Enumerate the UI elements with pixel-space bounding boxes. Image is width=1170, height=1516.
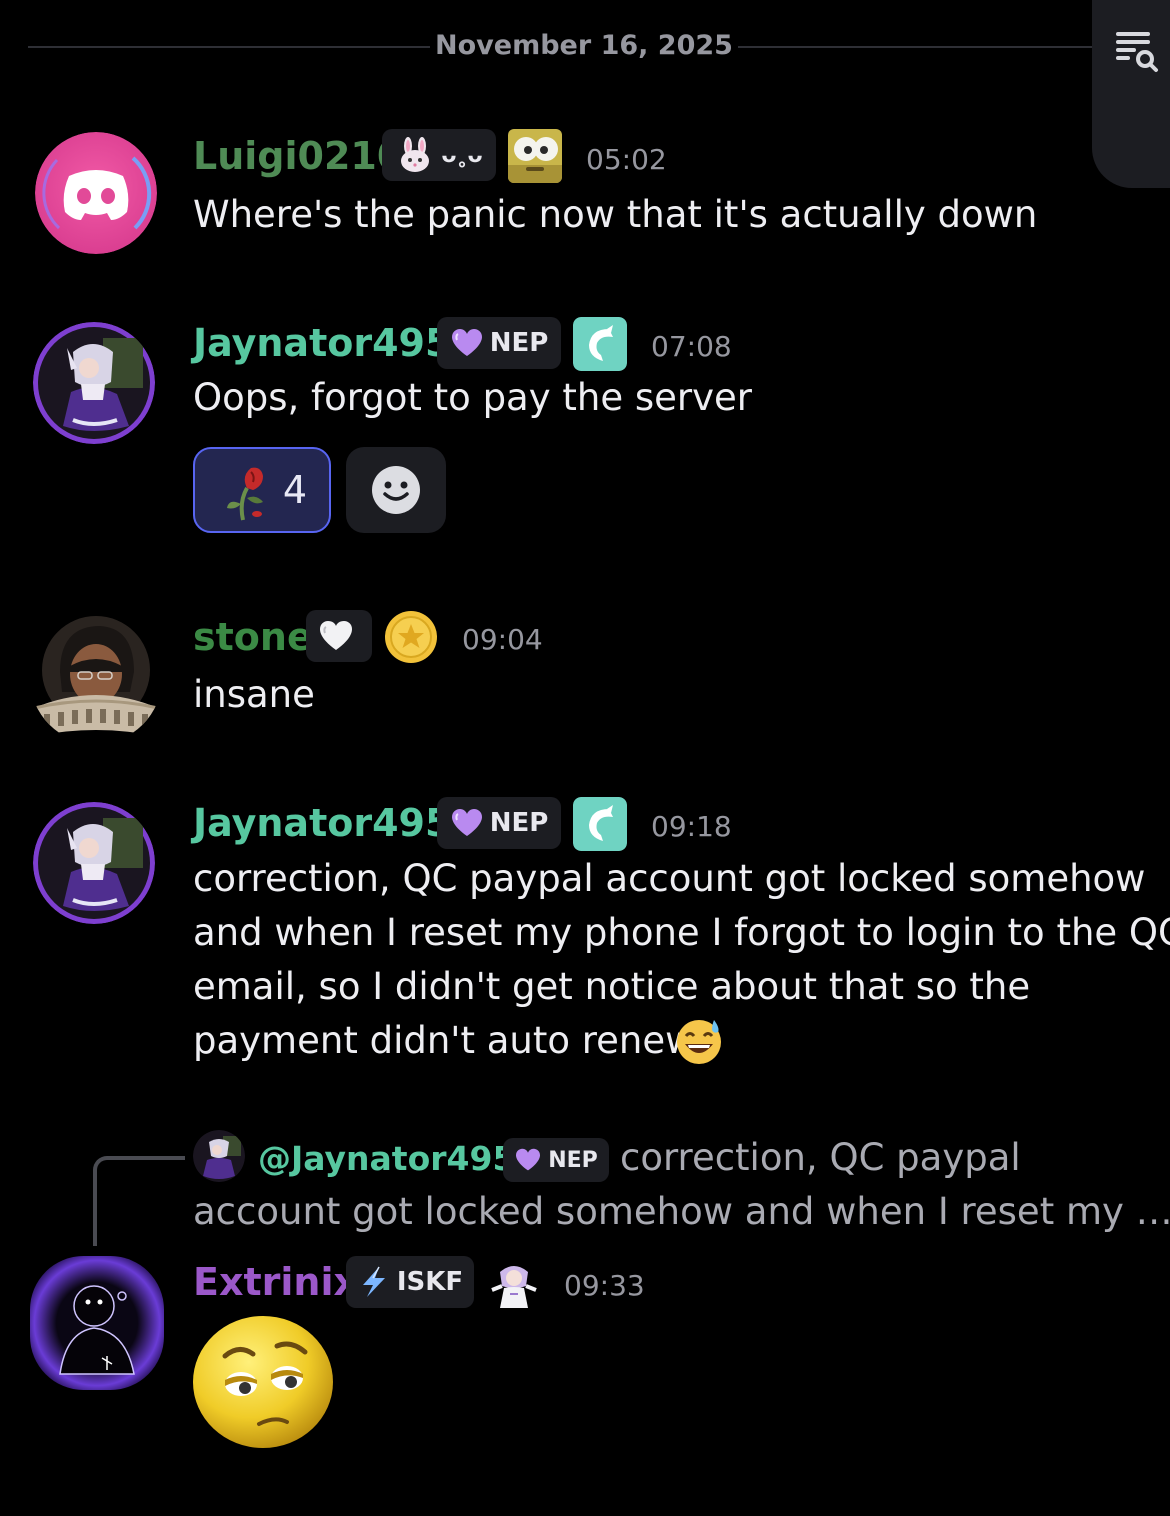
reply-mention[interactable]: @Jaynator495 bbox=[258, 1132, 515, 1186]
bunny-icon bbox=[401, 137, 430, 172]
chibi-character-badge bbox=[486, 1256, 542, 1312]
timestamp: 09:18 bbox=[651, 810, 732, 843]
guild-tag-text: ᴗ˳ᴗ bbox=[441, 142, 483, 168]
reply-connector bbox=[93, 1156, 185, 1246]
guild-tag-chip[interactable]: ᴗ˳ᴗ bbox=[382, 129, 496, 181]
wilted-rose-icon bbox=[226, 467, 263, 521]
colosseum-portrait-avatar bbox=[33, 616, 159, 736]
timestamp: 05:02 bbox=[586, 143, 667, 176]
purple-heart-icon bbox=[516, 1148, 541, 1171]
discord-logo-avatar bbox=[35, 132, 157, 254]
avatar-extrinix[interactable] bbox=[30, 1256, 164, 1390]
message-line: and when I reset my phone I forgot to lo… bbox=[193, 911, 1170, 954]
guild-tag-chip[interactable] bbox=[306, 610, 372, 662]
search-list-icon[interactable] bbox=[1114, 28, 1160, 74]
guild-tag-text: NEP bbox=[489, 808, 549, 838]
avatar-jaynator495[interactable] bbox=[33, 322, 155, 444]
divider-line-left bbox=[28, 46, 430, 48]
silhouette-avatar bbox=[30, 1256, 164, 1390]
guild-tag-chip[interactable]: NEP bbox=[437, 317, 561, 369]
timestamp: 09:33 bbox=[564, 1269, 645, 1302]
add-reaction-button[interactable] bbox=[346, 447, 446, 533]
message-line: payment didn't auto renew bbox=[193, 1019, 696, 1062]
purple-heart-icon bbox=[451, 329, 482, 356]
reply-preview-line1[interactable]: correction, QC paypal bbox=[620, 1131, 1021, 1185]
guild-tag-chip[interactable]: ISKF bbox=[346, 1256, 474, 1308]
dolphin-badge-icon bbox=[573, 797, 627, 851]
avatar-luigi0210[interactable] bbox=[35, 132, 157, 254]
reaction-count: 4 bbox=[282, 468, 308, 512]
reaction-wilted-rose[interactable]: 4 bbox=[193, 447, 331, 533]
relieved-face-sticker bbox=[191, 1312, 337, 1450]
sweat-smile-emoji bbox=[674, 1016, 724, 1066]
gold-star-badge-icon bbox=[384, 610, 438, 664]
reply-avatar[interactable] bbox=[193, 1130, 245, 1182]
lightning-icon bbox=[362, 1266, 385, 1297]
spongebob-emoji bbox=[508, 129, 562, 183]
message-text: Oops, forgot to pay the server bbox=[193, 376, 752, 419]
divider-line-right bbox=[738, 46, 1092, 48]
anime-girl-avatar bbox=[33, 322, 155, 444]
search-panel[interactable] bbox=[1092, 0, 1170, 188]
anime-girl-avatar bbox=[33, 802, 155, 924]
timestamp: 07:08 bbox=[651, 330, 732, 363]
username[interactable]: Jaynator495 bbox=[193, 321, 451, 365]
reply-guild-tag-chip[interactable]: NEP bbox=[503, 1138, 609, 1182]
avatar-stone[interactable] bbox=[30, 612, 162, 744]
username[interactable]: Luigi0210 bbox=[193, 134, 403, 178]
username[interactable]: stone bbox=[193, 615, 313, 659]
guild-tag-text: NEP bbox=[489, 328, 549, 358]
message-line: email, so I didn't get notice about that… bbox=[193, 965, 1031, 1008]
guild-tag-text: ISKF bbox=[396, 1267, 464, 1297]
purple-heart-icon bbox=[451, 809, 482, 836]
timestamp: 09:04 bbox=[462, 623, 543, 656]
message-text: Where's the panic now that it's actually… bbox=[193, 193, 1038, 236]
avatar-jaynator495[interactable] bbox=[33, 802, 155, 924]
dolphin-badge-icon bbox=[573, 317, 627, 371]
reply-preview-line2[interactable]: account got locked somehow and when I re… bbox=[193, 1185, 1170, 1239]
white-heart-icon bbox=[320, 621, 352, 650]
date-divider: November 16, 2025 bbox=[435, 30, 733, 61]
smile-add-reaction-icon bbox=[372, 466, 420, 514]
username[interactable]: Extrinix bbox=[193, 1260, 358, 1304]
username[interactable]: Jaynator495 bbox=[193, 801, 451, 845]
guild-tag-chip[interactable]: NEP bbox=[437, 797, 561, 849]
message-line: correction, QC paypal account got locked… bbox=[193, 857, 1146, 900]
reply-guild-tag-text: NEP bbox=[548, 1147, 598, 1173]
message-text: insane bbox=[193, 673, 315, 716]
